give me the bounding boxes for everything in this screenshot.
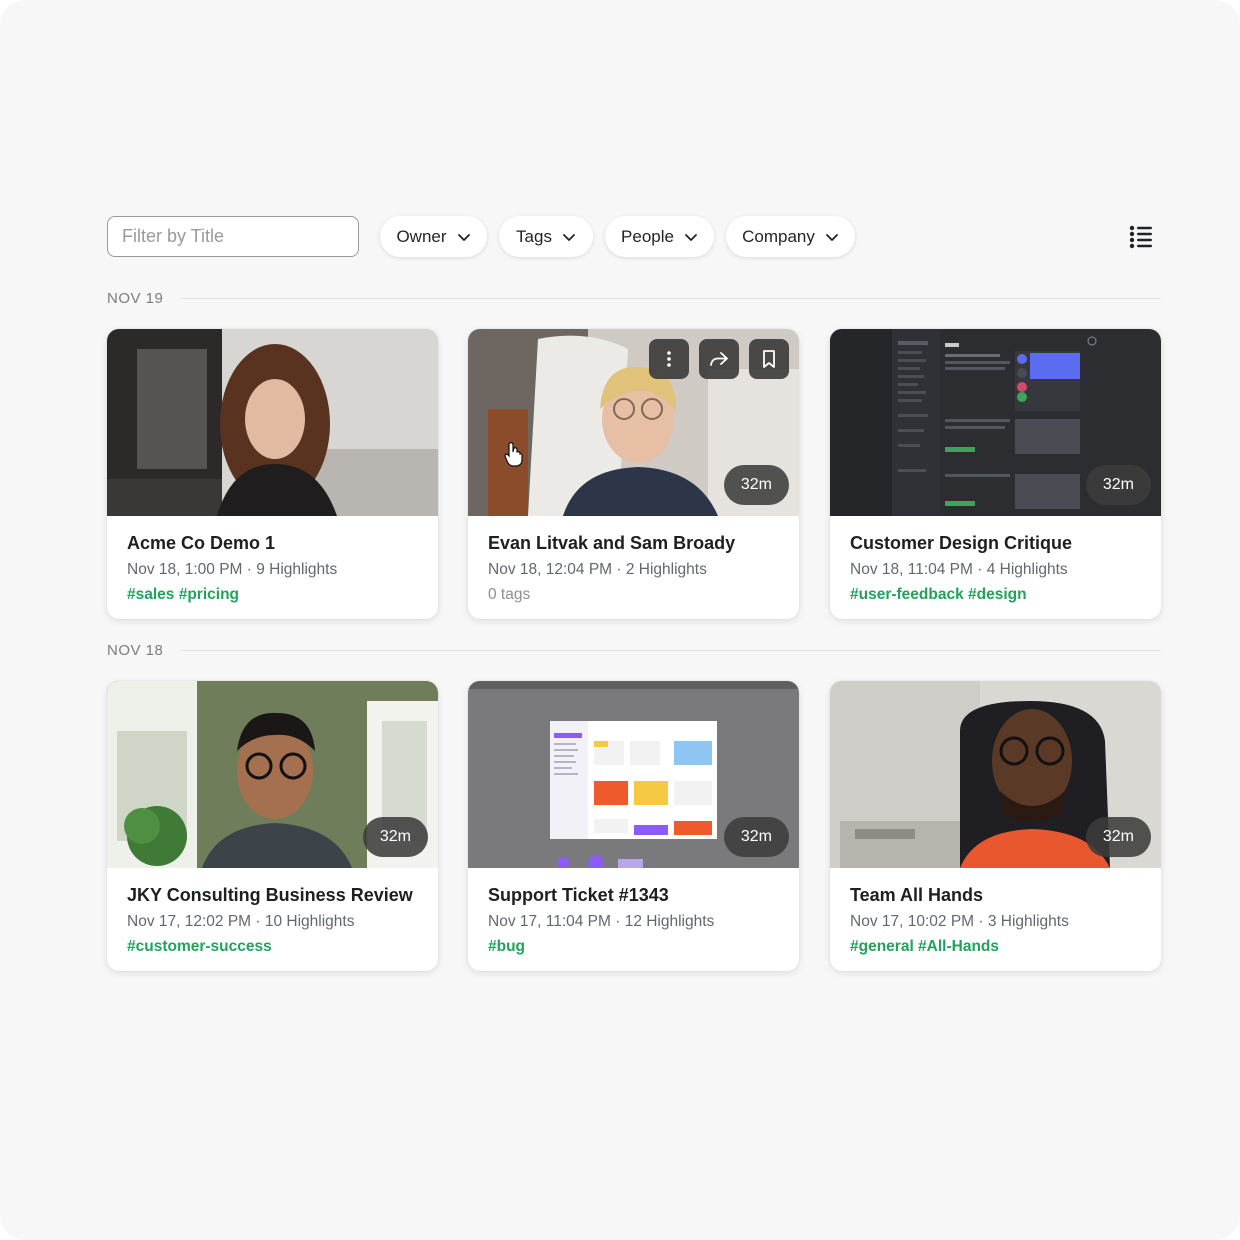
video-thumbnail[interactable]: 32m [468, 329, 799, 516]
divider [180, 297, 1161, 299]
duration-badge: 32m [723, 465, 789, 505]
recording-title[interactable]: Customer Design Critique [850, 533, 1072, 554]
video-thumbnail[interactable] [107, 329, 438, 516]
chevron-down-icon [563, 233, 575, 241]
owner-filter-dropdown[interactable]: Owner [380, 216, 487, 257]
thumbnail-image [107, 329, 438, 516]
duration-badge: 32m [723, 817, 789, 857]
recordings-library: Owner Tags People Company NOV 19 [0, 0, 1240, 1240]
recording-meta: Nov 18, 11:04 PM · 4 Highlights [850, 561, 1068, 578]
chevron-down-icon [825, 233, 838, 241]
more-icon [667, 351, 671, 367]
recording-tags[interactable]: #bug [488, 938, 525, 956]
recording-title[interactable]: Acme Co Demo 1 [127, 533, 275, 554]
recording-title[interactable]: Team All Hands [850, 885, 983, 906]
recording-tags[interactable]: #general #All-Hands [850, 938, 999, 956]
recording-title[interactable]: Support Ticket #1343 [488, 885, 669, 906]
video-thumbnail[interactable]: 32m [830, 681, 1161, 868]
chevron-down-icon [685, 233, 697, 241]
date-label: NOV 18 [107, 641, 164, 659]
duration-badge: 32m [1085, 465, 1151, 505]
recording-tags[interactable]: #user-feedback #design [850, 586, 1027, 604]
divider [180, 649, 1161, 651]
tags-filter-label: Tags [516, 226, 552, 246]
video-thumbnail[interactable]: 32m [830, 329, 1161, 516]
bookmark-icon [763, 350, 775, 368]
video-thumbnail[interactable]: 32m [468, 681, 799, 868]
company-filter-dropdown[interactable]: Company [726, 216, 855, 257]
recording-title[interactable]: Evan Litvak and Sam Broady [488, 533, 735, 554]
recording-meta: Nov 18, 1:00 PM · 9 Highlights [127, 561, 338, 578]
duration-badge: 32m [362, 817, 428, 857]
recording-meta: Nov 17, 10:02 PM · 3 Highlights [850, 913, 1069, 930]
hand-cursor-icon [504, 442, 523, 467]
recording-card[interactable]: 32m Customer Design Critique Nov 18, 11:… [830, 329, 1161, 619]
recording-tags[interactable]: #sales #pricing [127, 586, 239, 604]
company-filter-label: Company [742, 226, 815, 246]
owner-filter-label: Owner [396, 226, 447, 246]
video-thumbnail[interactable]: 32m [107, 681, 438, 868]
more-options-button[interactable] [649, 339, 689, 379]
recording-card[interactable]: 32m Team All Hands Nov 17, 10:02 PM · 3 … [830, 681, 1161, 971]
recording-meta: Nov 17, 12:02 PM · 10 Highlights [127, 913, 355, 930]
recording-card[interactable]: 32m Evan Litvak and Sam Broady Nov 18, 1… [468, 329, 799, 619]
share-button[interactable] [699, 339, 739, 379]
bookmark-button[interactable] [749, 339, 789, 379]
chevron-down-icon [457, 233, 470, 241]
recording-card[interactable]: 32m Support Ticket #1343 Nov 17, 11:04 P… [468, 681, 799, 971]
date-header: NOV 18 [107, 640, 1161, 660]
recording-meta: Nov 17, 11:04 PM · 12 Highlights [488, 913, 715, 930]
recording-tags[interactable]: #customer-success [127, 938, 272, 956]
duration-badge: 32m [1085, 817, 1151, 857]
filter-by-title-input[interactable] [107, 216, 359, 257]
list-view-icon[interactable] [1128, 224, 1154, 250]
recording-card[interactable]: 32m JKY Consulting Business Review Nov 1… [107, 681, 438, 971]
date-header: NOV 19 [107, 288, 1161, 308]
people-filter-dropdown[interactable]: People [605, 216, 714, 257]
recording-card[interactable]: Acme Co Demo 1 Nov 18, 1:00 PM · 9 Highl… [107, 329, 438, 619]
recording-meta: Nov 18, 12:04 PM · 2 Highlights [488, 561, 707, 578]
share-icon [710, 352, 728, 366]
recording-title[interactable]: JKY Consulting Business Review [127, 885, 413, 906]
hover-actions [649, 339, 789, 379]
tags-filter-dropdown[interactable]: Tags [499, 216, 593, 257]
people-filter-label: People [621, 226, 674, 246]
date-label: NOV 19 [107, 289, 164, 307]
recording-tags[interactable]: 0 tags [488, 586, 530, 604]
